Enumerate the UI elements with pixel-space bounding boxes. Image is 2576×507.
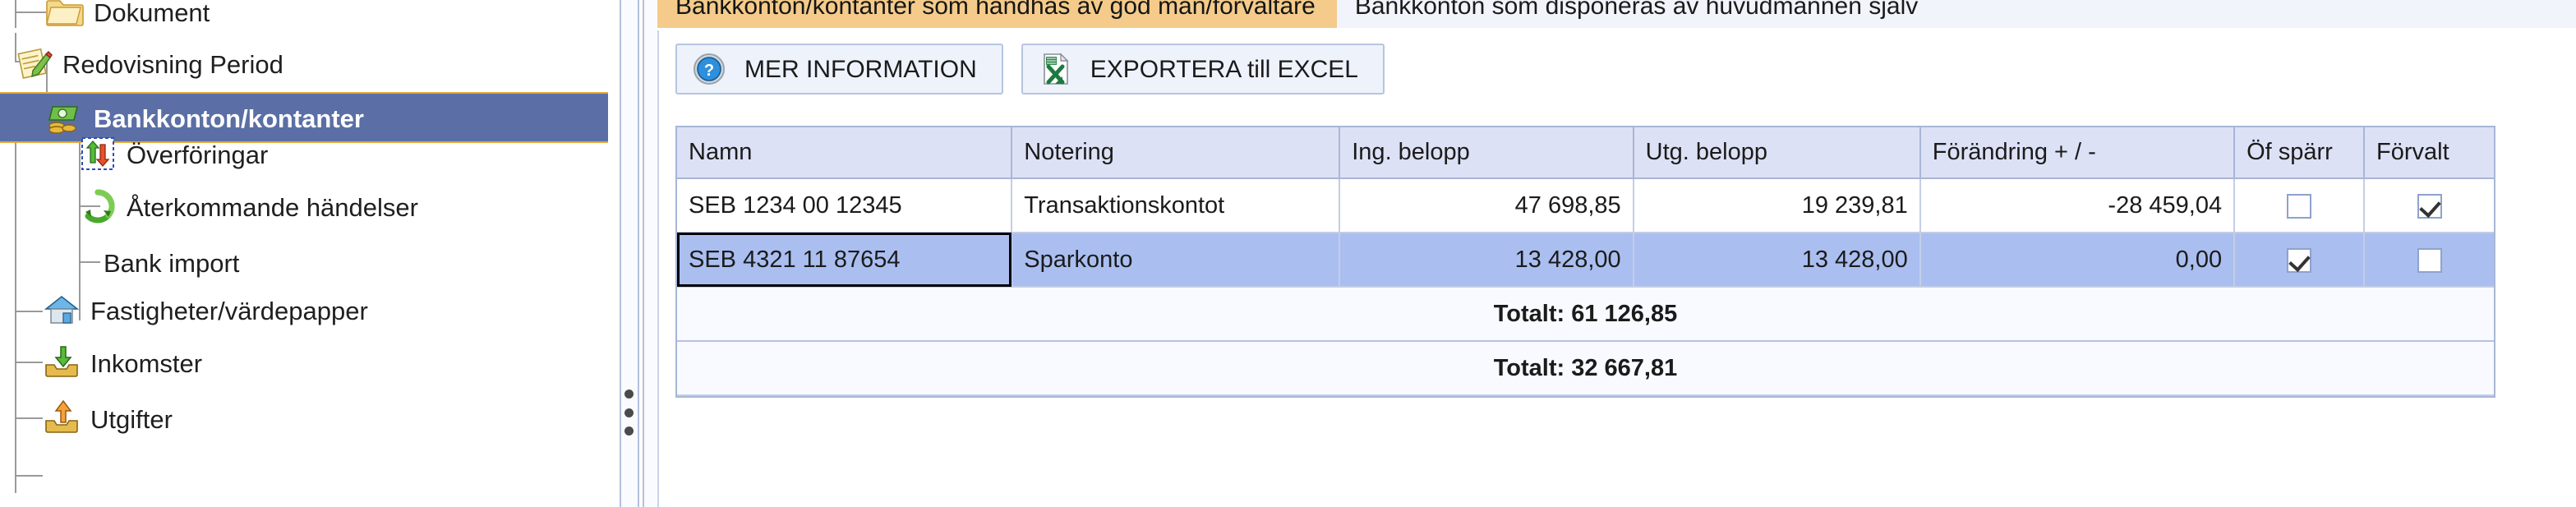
tab-strip-filler xyxy=(1939,0,2576,28)
forvalt-checkbox[interactable] xyxy=(2417,193,2442,219)
sidebar-item-bank-import[interactable]: Bank import xyxy=(104,238,239,286)
cell-namn[interactable]: SEB 1234 00 12345 xyxy=(677,178,1013,233)
notepad-pencil-icon xyxy=(15,44,53,82)
sidebar-item-label: Överföringar xyxy=(127,140,269,169)
cell-utg-belopp[interactable]: 19 239,81 xyxy=(1633,178,1921,233)
transfer-arrows-icon xyxy=(79,135,117,173)
bank-accounts-table: Namn Notering Ing. belopp Utg. belopp Fö… xyxy=(675,126,2495,398)
content-pane: Bankkonton/kontanter som handhas av god … xyxy=(657,0,2576,507)
inbox-down-icon xyxy=(43,343,81,381)
tree-connector xyxy=(79,261,100,263)
total-ing-label: Totalt: 61 126,85 xyxy=(677,287,2494,342)
tab-label: Bankkonton som disponeras av huvudmannen… xyxy=(1354,0,1919,20)
cell-notering[interactable]: Sparkonto xyxy=(1012,233,1341,288)
excel-icon xyxy=(1038,52,1072,86)
folder-icon xyxy=(46,0,84,30)
table-total-row: Totalt: 61 126,85 xyxy=(677,287,2494,342)
table-header-row: Namn Notering Ing. belopp Utg. belopp Fö… xyxy=(677,127,2494,179)
cell-namn[interactable]: SEB 4321 11 87654 xyxy=(677,233,1013,288)
export-excel-button[interactable]: EXPORTERA till EXCEL xyxy=(1021,44,1385,94)
tree-connector xyxy=(15,417,43,419)
sidebar-item-label: Bankkonton/kontanter xyxy=(94,104,364,133)
cell-ing-belopp[interactable]: 13 428,00 xyxy=(1339,233,1634,288)
sidebar-item-redovisning-period[interactable]: Redovisning Period xyxy=(15,39,283,87)
export-excel-button-label: EXPORTERA till EXCEL xyxy=(1090,56,1358,83)
table-row[interactable]: SEB 1234 00 12345 Transaktionskontot 47 … xyxy=(677,178,2494,233)
total-utg-label: Totalt: 32 667,81 xyxy=(677,341,2494,396)
tree-connector xyxy=(15,475,43,477)
forvalt-checkbox[interactable] xyxy=(2417,247,2442,273)
sidebar-item-aterkommande-handelser[interactable]: Återkommande händelser xyxy=(79,182,418,230)
cell-of-sparr[interactable] xyxy=(2234,178,2366,233)
table-total-row: Totalt: 32 667,81 xyxy=(677,341,2494,396)
column-header-namn[interactable]: Namn xyxy=(677,127,1013,179)
toolbar: ? MER INFORMATION EXPORTERA till EXCEL xyxy=(675,44,1385,94)
help-question-icon: ? xyxy=(692,52,726,86)
sidebar-item-inkomster[interactable]: Inkomster xyxy=(43,339,202,386)
column-header-notering[interactable]: Notering xyxy=(1012,127,1341,179)
sidebar-item-dokument[interactable]: Dokument xyxy=(46,0,210,35)
cell-notering[interactable]: Transaktionskontot xyxy=(1012,178,1341,233)
tree-connector xyxy=(15,12,46,13)
splitter-track-secondary xyxy=(643,0,656,507)
tab-label: Bankkonton/kontanter som handhas av god … xyxy=(675,0,1316,20)
column-header-of-sparr[interactable]: Öf spärr xyxy=(2234,127,2366,179)
sidebar-item-label: Återkommande händelser xyxy=(127,192,418,222)
cell-forvalt[interactable] xyxy=(2364,233,2494,288)
sidebar-item-label: Redovisning Period xyxy=(62,49,283,79)
tree-connector xyxy=(15,311,43,312)
sidebar-item-label: Dokument xyxy=(94,0,210,27)
svg-text:?: ? xyxy=(704,62,714,80)
splitter-grip-icon[interactable] xyxy=(624,389,634,436)
sidebar-item-label: Inkomster xyxy=(90,348,203,378)
cell-forandring[interactable]: -28 459,04 xyxy=(1919,178,2236,233)
column-header-utg-belopp[interactable]: Utg. belopp xyxy=(1633,127,1921,179)
tree-connector xyxy=(15,362,43,363)
sidebar-item-label: Bank import xyxy=(104,248,240,278)
table-row[interactable]: SEB 4321 11 87654 Sparkonto 13 428,00 13… xyxy=(677,233,2494,288)
tab-huvudman[interactable]: Bankkonton som disponeras av huvudmannen… xyxy=(1336,0,1940,28)
more-info-button[interactable]: ? MER INFORMATION xyxy=(675,44,1003,94)
cell-utg-belopp[interactable]: 13 428,00 xyxy=(1633,233,1921,288)
column-header-ing-belopp[interactable]: Ing. belopp xyxy=(1339,127,1634,179)
cell-ing-belopp[interactable]: 47 698,85 xyxy=(1339,178,1634,233)
sidebar-item-utgifter[interactable]: Utgifter xyxy=(43,394,173,442)
navigation-tree-pane: Dokument Redovisning Period Bankkonton/k… xyxy=(0,0,608,507)
cell-of-sparr[interactable] xyxy=(2234,233,2366,288)
column-header-forandring[interactable]: Förändring + / - xyxy=(1919,127,2236,179)
tree-connector xyxy=(15,0,16,28)
sidebar-item-label: Utgifter xyxy=(90,404,173,434)
house-icon xyxy=(43,291,81,329)
tab-god-man[interactable]: Bankkonton/kontanter som handhas av god … xyxy=(657,0,1337,28)
pane-splitter[interactable] xyxy=(608,0,657,507)
outbox-up-icon xyxy=(43,399,81,437)
cell-forandring[interactable]: 0,00 xyxy=(1919,233,2236,288)
more-info-button-label: MER INFORMATION xyxy=(744,56,977,83)
sidebar-item-fastigheter-vardepapper[interactable]: Fastigheter/värdepapper xyxy=(43,286,368,334)
of-sparr-checkbox[interactable] xyxy=(2287,247,2312,273)
recycle-icon xyxy=(79,187,117,225)
application-window: Dokument Redovisning Period Bankkonton/k… xyxy=(0,0,2576,507)
column-header-forvalt[interactable]: Förvalt xyxy=(2364,127,2494,179)
tree-connector xyxy=(15,123,16,493)
sidebar-item-overforingar[interactable]: Överföringar xyxy=(79,130,268,177)
tab-strip: Bankkonton/kontanter som handhas av god … xyxy=(657,0,2576,28)
cell-forvalt[interactable] xyxy=(2364,178,2494,233)
sidebar-item-label: Fastigheter/värdepapper xyxy=(90,296,368,325)
of-sparr-checkbox[interactable] xyxy=(2287,193,2312,219)
